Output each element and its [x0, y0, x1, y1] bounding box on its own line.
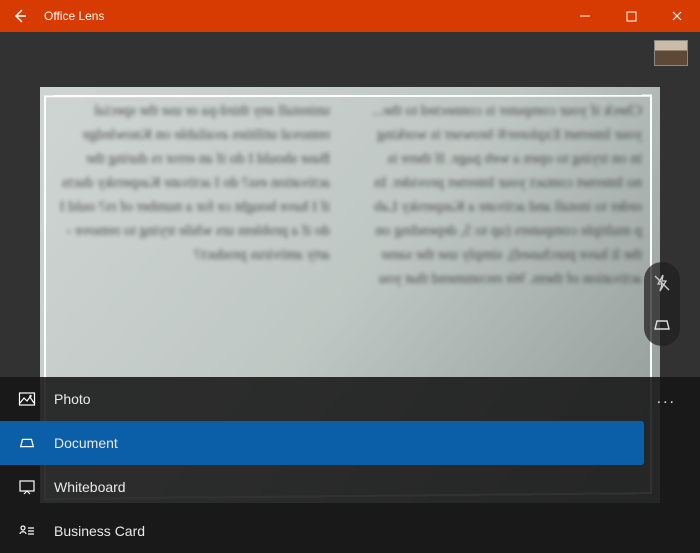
flash-toggle[interactable]: [647, 268, 677, 298]
back-button[interactable]: [0, 0, 40, 32]
back-arrow-icon: [12, 8, 28, 24]
titlebar: Office Lens: [0, 0, 700, 32]
mode-item-document[interactable]: Document: [0, 421, 644, 465]
maximize-button[interactable]: [608, 0, 654, 32]
window-controls: [562, 0, 700, 32]
mode-label: Business Card: [54, 523, 145, 539]
maximize-icon: [626, 11, 637, 22]
whiteboard-icon: [14, 478, 40, 496]
mode-label: Document: [54, 435, 118, 451]
business-card-icon: [14, 522, 40, 540]
flash-off-icon: [652, 273, 672, 293]
close-icon: [671, 10, 683, 22]
camera-thumbnail[interactable]: [654, 40, 688, 66]
close-button[interactable]: [654, 0, 700, 32]
more-button[interactable]: ...: [647, 390, 686, 408]
minimize-button[interactable]: [562, 0, 608, 32]
mode-item-photo[interactable]: Photo ...: [0, 377, 700, 421]
mode-item-whiteboard[interactable]: Whiteboard: [0, 465, 700, 509]
side-control-pill: [644, 262, 680, 346]
camera-stage: Check if your computer is connected to t…: [0, 32, 700, 553]
photo-icon: [14, 390, 40, 408]
scan-angle-icon: [652, 315, 672, 335]
scan-angle-toggle[interactable]: [647, 310, 677, 340]
document-icon: [14, 434, 40, 452]
app-title: Office Lens: [40, 9, 104, 23]
mode-label: Photo: [54, 391, 91, 407]
minimize-icon: [579, 10, 591, 22]
mode-list: Photo ... Document Whiteboard Business C…: [0, 377, 700, 553]
mode-label: Whiteboard: [54, 479, 126, 495]
mode-item-business-card[interactable]: Business Card: [0, 509, 700, 553]
preview-top-strip: [0, 32, 700, 74]
